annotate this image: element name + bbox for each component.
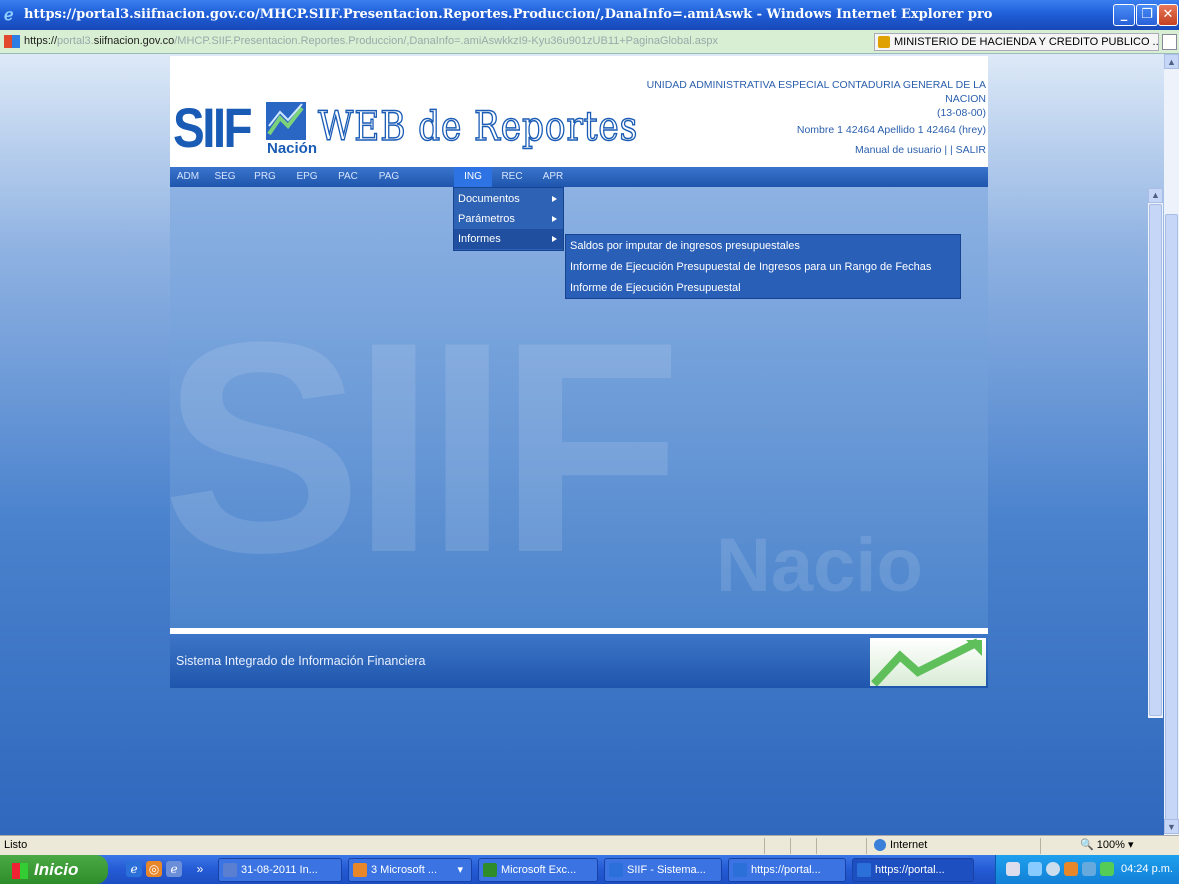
entity-name: UNIDAD ADMINISTRATIVA ESPECIAL CONTADURI…: [626, 78, 986, 120]
web-page: SIIF Nación WEB de Reportes UNIDAD ADMIN…: [170, 56, 988, 688]
window-scrollbar[interactable]: ▲ ▼: [1164, 54, 1179, 835]
close-button[interactable]: ✕: [1158, 4, 1178, 26]
taskbar-item-microsoft-group[interactable]: 3 Microsoft ... ▾: [348, 858, 472, 882]
app-group-icon: [353, 863, 367, 877]
nav-item-ing[interactable]: ING: [454, 167, 492, 187]
scroll-up-icon[interactable]: ▲: [1148, 188, 1163, 203]
submenu-item-saldos[interactable]: Saldos por imputar de ingresos presupues…: [566, 236, 960, 256]
main-nav: ADM SEG PRG EPG PAC PAG ING REC APR: [170, 167, 988, 187]
security-zone[interactable]: Internet: [874, 836, 927, 855]
status-text: Listo: [4, 839, 28, 851]
system-clock: 04:24 p.m.: [1121, 863, 1173, 875]
nav-item-rec[interactable]: REC: [492, 167, 532, 187]
menu-item-parametros[interactable]: Parámetros: [454, 209, 563, 229]
submenu-arrow-icon: [552, 216, 557, 222]
nav-item-prg[interactable]: PRG: [244, 167, 286, 187]
scroll-up-icon[interactable]: ▲: [1164, 54, 1179, 69]
menu-item-informes[interactable]: Informes: [454, 229, 563, 249]
start-button[interactable]: Inicio: [0, 855, 108, 884]
windows-taskbar: Inicio ℯ ◎ ℯ » 31-08-2011 In... 3 Micros…: [0, 855, 1179, 884]
zoom-level[interactable]: 🔍 100% ▾: [1080, 836, 1133, 855]
network-icon[interactable]: [1028, 862, 1042, 876]
page-header: SIIF Nación WEB de Reportes UNIDAD ADMIN…: [170, 56, 988, 167]
links-separator: | |: [944, 144, 953, 156]
certificate-owner: MINISTERIO DE HACIENDA Y CREDITO PUBLICO…: [894, 36, 1159, 48]
ing-dropdown-menu: Documentos Parámetros Informes: [453, 187, 564, 251]
footer-logo-icon: [870, 638, 986, 687]
ie-quicklaunch-icon[interactable]: ℯ: [126, 861, 142, 877]
submenu-arrow-icon: [552, 196, 557, 202]
status-divider: [790, 838, 791, 854]
taskbar-item-word[interactable]: 31-08-2011 In...: [218, 858, 342, 882]
logo-chart-mark-icon: [266, 102, 306, 140]
app-title: WEB de Reportes: [317, 103, 639, 151]
address-url[interactable]: https://portal3.siifnacion.gov.co/MHCP.S…: [24, 35, 718, 47]
taskbar-item-portal-1[interactable]: https://portal...: [728, 858, 846, 882]
scrollbar-thumb[interactable]: [1149, 204, 1162, 716]
taskbar-item-siif[interactable]: SIIF - Sistema...: [604, 858, 722, 882]
status-divider: [1040, 838, 1041, 854]
group-dropdown-icon: ▾: [457, 864, 463, 876]
watermark-nacion: Nacio: [716, 523, 923, 608]
compatibility-view-icon[interactable]: [1162, 34, 1177, 50]
browser-quicklaunch-icon[interactable]: ℯ: [166, 861, 182, 877]
excel-icon: [483, 863, 497, 877]
system-tray: 04:24 p.m.: [995, 855, 1179, 884]
browser-viewport: SIIF Nación WEB de Reportes UNIDAD ADMIN…: [0, 54, 1164, 835]
user-name: Nombre 1 42464 Apellido 1 42464 (hrey): [796, 124, 986, 136]
windows-flag-icon: [12, 862, 28, 879]
shield-icon[interactable]: [1100, 862, 1114, 876]
ie-icon: [857, 863, 871, 877]
scroll-down-icon[interactable]: ▼: [1164, 819, 1179, 834]
status-divider: [816, 838, 817, 854]
status-divider: [866, 838, 867, 854]
informes-submenu: Saldos por imputar de ingresos presupues…: [565, 234, 961, 299]
page-footer: Sistema Integrado de Información Financi…: [170, 634, 988, 688]
tray-app-icon[interactable]: [1064, 862, 1078, 876]
lock-icon: [878, 36, 890, 48]
exit-link[interactable]: SALIR: [956, 144, 986, 156]
taskbar-item-portal-2[interactable]: https://portal...: [852, 858, 974, 882]
header-links: Manual de usuario | | SALIR: [855, 144, 986, 156]
page-scrollbar[interactable]: ▲: [1148, 188, 1163, 718]
ie-icon: [609, 863, 623, 877]
nav-item-adm[interactable]: ADM: [170, 167, 206, 187]
nav-item-seg[interactable]: SEG: [206, 167, 244, 187]
status-bar: Listo Internet 🔍 100% ▾: [0, 835, 1179, 855]
address-bar[interactable]: https://portal3.siifnacion.gov.co/MHCP.S…: [0, 30, 1179, 54]
antivirus-icon[interactable]: [1082, 862, 1096, 876]
submenu-item-informe-ejecucion[interactable]: Informe de Ejecución Presupuestal: [566, 278, 960, 298]
logo-text: SIIF: [173, 96, 253, 159]
internet-explorer-icon: ℯ: [4, 5, 14, 24]
nav-item-epg[interactable]: EPG: [286, 167, 328, 187]
user-manual-link[interactable]: Manual de usuario: [855, 144, 941, 156]
submenu-arrow-icon: [552, 236, 557, 242]
status-divider: [764, 838, 765, 854]
back-arrow-icon[interactable]: [1046, 862, 1060, 876]
window-title-bar[interactable]: ℯ https://portal3.siifnacion.gov.co/MHCP…: [0, 0, 1179, 30]
logo-subtitle: Nación: [267, 140, 318, 157]
footer-system-name: Sistema Integrado de Información Financi…: [176, 654, 426, 668]
word-doc-icon: [223, 863, 237, 877]
security-certificate-badge[interactable]: MINISTERIO DE HACIENDA Y CREDITO PUBLICO…: [874, 33, 1159, 51]
taskbar-item-excel[interactable]: Microsoft Exc...: [478, 858, 598, 882]
minimize-button[interactable]: _: [1113, 4, 1135, 26]
menu-item-documentos[interactable]: Documentos: [454, 189, 563, 209]
nav-item-apr[interactable]: APR: [532, 167, 574, 187]
ie-icon: [733, 863, 747, 877]
nav-item-pag[interactable]: PAG: [368, 167, 410, 187]
siif-logo: SIIF Nación: [173, 98, 323, 160]
window-title: https://portal3.siifnacion.gov.co/MHCP.S…: [24, 7, 993, 22]
site-favicon-icon: [4, 35, 20, 48]
submenu-item-informe-rango-fechas[interactable]: Informe de Ejecución Presupuestal de Ing…: [566, 257, 960, 277]
help-icon[interactable]: [1006, 862, 1020, 876]
scrollbar-thumb[interactable]: [1165, 214, 1178, 834]
watermark-siif: SIIF: [170, 279, 682, 615]
globe-icon: [874, 839, 886, 852]
restore-button[interactable]: ❐: [1136, 4, 1158, 26]
app-quicklaunch-icon[interactable]: ◎: [146, 861, 162, 877]
quicklaunch-overflow-icon[interactable]: »: [192, 861, 208, 877]
nav-item-pac[interactable]: PAC: [328, 167, 368, 187]
entity-code: (13-08-00): [936, 107, 986, 119]
